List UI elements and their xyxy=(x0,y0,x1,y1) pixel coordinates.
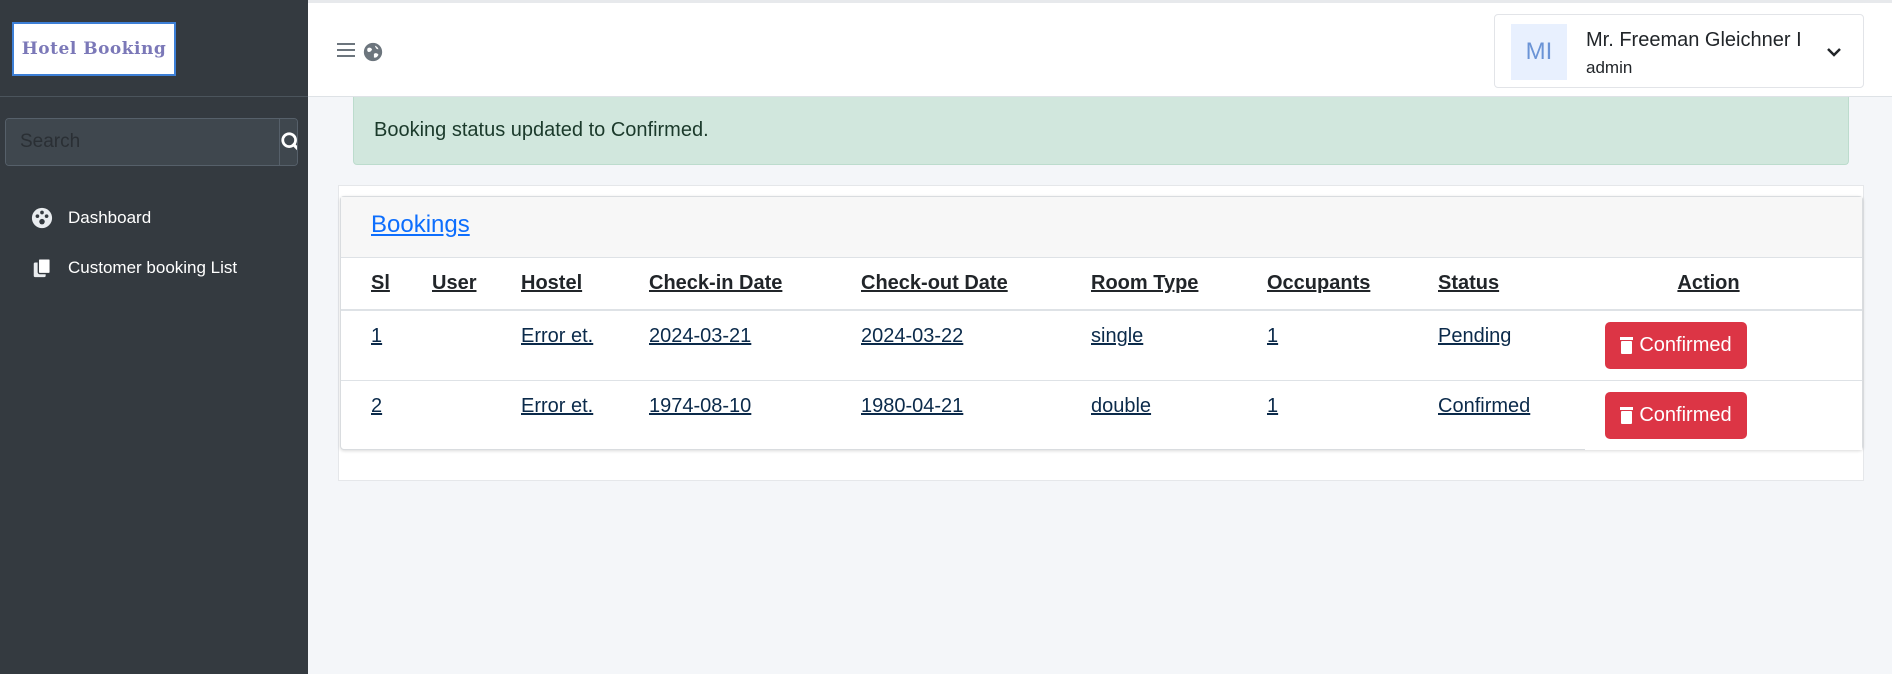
bookings-table: Sl User Hostel Check-in Date Check-out D… xyxy=(341,258,1862,450)
menu-toggle-icon[interactable] xyxy=(336,39,356,67)
cell-user[interactable] xyxy=(432,310,521,381)
confirm-button[interactable]: Confirmed xyxy=(1605,391,1747,439)
table-row: 1 Error et. 2024-03-21 2024-03-22 single… xyxy=(341,310,1862,381)
cell-status[interactable]: Pending xyxy=(1438,310,1585,381)
column-header-user[interactable]: User xyxy=(432,258,521,311)
trash-icon xyxy=(1620,406,1634,425)
confirm-button[interactable]: Confirmed xyxy=(1605,321,1747,369)
column-header-checkin[interactable]: Check-in Date xyxy=(649,258,861,311)
cell-occupants[interactable]: 1 xyxy=(1267,380,1438,450)
alert-message: Booking status updated to Confirmed. xyxy=(374,119,709,141)
search-input[interactable] xyxy=(6,119,279,165)
cell-checkin[interactable]: 2024-03-21 xyxy=(649,310,861,381)
column-header-hostel[interactable]: Hostel xyxy=(521,258,649,311)
cell-checkout[interactable]: 1980-04-21 xyxy=(861,380,1091,450)
cell-action: Confirmed xyxy=(1585,310,1862,381)
palette-icon xyxy=(30,206,54,230)
confirm-button-label: Confirmed xyxy=(1639,403,1732,426)
user-role: admin xyxy=(1586,58,1633,77)
column-header-action-label: Action xyxy=(1677,272,1740,294)
copy-icon xyxy=(30,256,54,280)
column-header-checkout[interactable]: Check-out Date xyxy=(861,258,1091,311)
cell-room-type[interactable]: double xyxy=(1091,380,1267,450)
column-header-status[interactable]: Status xyxy=(1438,258,1585,311)
top-navbar: MI Mr. Freeman Gleichner I admin xyxy=(308,0,1892,97)
cell-status[interactable]: Confirmed xyxy=(1438,380,1585,450)
brand: Hotel Booking xyxy=(0,0,308,97)
cell-user[interactable] xyxy=(432,380,521,450)
content-panel: Bookings Sl User Hostel Check-in Date Ch… xyxy=(338,185,1864,481)
sidebar-search xyxy=(5,118,298,166)
column-header-occupants[interactable]: Occupants xyxy=(1267,258,1438,311)
card-header: Bookings xyxy=(341,197,1862,258)
brand-logo[interactable]: Hotel Booking xyxy=(12,22,176,76)
card-title-link[interactable]: Bookings xyxy=(371,211,470,239)
sidebar-item-label: Customer booking List xyxy=(68,258,238,277)
cell-action: Confirmed xyxy=(1585,380,1862,450)
sidebar-nav: Dashboard Customer booking List xyxy=(0,198,308,298)
cell-sl[interactable]: 1 xyxy=(341,310,432,381)
sidebar: Hotel Booking Dashboard xyxy=(0,0,308,674)
cell-sl[interactable]: 2 xyxy=(341,380,432,450)
column-header-action[interactable]: Action xyxy=(1585,258,1862,311)
column-header-sl[interactable]: Sl xyxy=(341,258,432,311)
confirm-button-label: Confirmed xyxy=(1639,333,1732,356)
user-menu[interactable]: MI Mr. Freeman Gleichner I admin xyxy=(1494,14,1864,88)
trash-icon xyxy=(1620,336,1634,355)
cell-occupants[interactable]: 1 xyxy=(1267,310,1438,381)
avatar: MI xyxy=(1511,24,1567,80)
chevron-down-icon xyxy=(1825,43,1843,66)
success-alert: Booking status updated to Confirmed. xyxy=(353,97,1849,165)
sidebar-item-label: Dashboard xyxy=(68,208,152,227)
sidebar-item-dashboard[interactable]: Dashboard xyxy=(0,198,308,238)
cell-hostel[interactable]: Error et. xyxy=(521,310,649,381)
cell-hostel[interactable]: Error et. xyxy=(521,380,649,450)
search-icon xyxy=(281,132,297,151)
table-row: 2 Error et. 1974-08-10 1980-04-21 double… xyxy=(341,380,1862,450)
sidebar-item-customer-booking-list[interactable]: Customer booking List xyxy=(0,248,308,288)
column-header-room-type[interactable]: Room Type xyxy=(1091,258,1267,311)
globe-icon[interactable] xyxy=(362,41,384,68)
search-button[interactable] xyxy=(279,119,297,165)
table-header-row: Sl User Hostel Check-in Date Check-out D… xyxy=(341,258,1862,311)
user-name: Mr. Freeman Gleichner I xyxy=(1586,29,1802,51)
cell-checkout[interactable]: 2024-03-22 xyxy=(861,310,1091,381)
cell-room-type[interactable]: single xyxy=(1091,310,1267,381)
brand-logo-text: Hotel Booking xyxy=(21,39,167,59)
bookings-card: Bookings Sl User Hostel Check-in Date Ch… xyxy=(340,196,1863,450)
cell-checkin[interactable]: 1974-08-10 xyxy=(649,380,861,450)
